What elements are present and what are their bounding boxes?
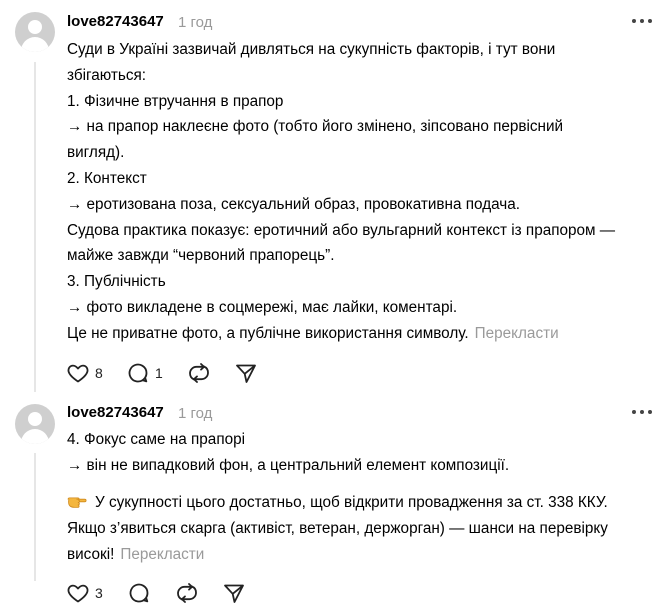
timestamp: 1 год — [178, 405, 213, 422]
text-line: 2. Контекст — [67, 169, 147, 187]
text-line: Судова практика показує: еротичний або в… — [67, 221, 616, 239]
speech-bubble-icon — [128, 363, 148, 383]
text-line: вигляд). — [67, 144, 125, 162]
repost-icon — [177, 583, 197, 603]
heart-icon — [67, 584, 89, 603]
heart-icon — [67, 364, 89, 383]
share-button[interactable] — [222, 581, 246, 605]
text-line: → на прапор наклеєне фото (тобто його зм… — [67, 118, 564, 136]
send-icon — [224, 584, 244, 603]
comment-text: 4. Фокус саме на прапорі → він не випадк… — [67, 427, 662, 479]
comment-text-paragraph-2: У сукупності цього достатньо, щоб відкри… — [67, 490, 662, 567]
share-button[interactable] — [234, 361, 258, 385]
translate-link[interactable]: Перекласти — [475, 325, 559, 342]
reply-count: 1 — [155, 365, 163, 381]
like-button[interactable]: 3 — [66, 581, 103, 605]
text-line: майже завжди “червоний прапорець”. — [67, 247, 335, 265]
author-name[interactable]: love82743647 — [67, 13, 164, 31]
author-name[interactable]: love82743647 — [67, 404, 164, 422]
translate-link[interactable]: Перекласти — [120, 546, 204, 563]
comment-2: love82743647 1 год 4. Фокус саме на прап… — [0, 395, 670, 610]
more-options-icon[interactable] — [632, 18, 654, 24]
text-line: 3. Публічність — [67, 273, 166, 291]
thread-line — [34, 62, 36, 392]
text-line: 4. Фокус саме на прапорі — [67, 431, 246, 448]
text-line: 1. Фізичне втручання в прапор — [67, 92, 284, 110]
text-line: Якщо з’явиться скарга (активіст, ветеран… — [67, 519, 608, 537]
text-line: Це не приватне фото, а публічне використ… — [67, 321, 662, 347]
text-line: → він не випадковий фон, а центральний е… — [67, 456, 510, 474]
comment-1: love82743647 1 год Суди в Україні зазвич… — [0, 0, 670, 395]
comment-text: Суди в Україні зазвичай дивляться на сук… — [67, 37, 662, 347]
text-line-content: високі! — [67, 545, 115, 563]
like-count: 8 — [95, 365, 103, 381]
like-button[interactable]: 8 — [66, 361, 103, 385]
text-line: Суди в Україні зазвичай дивляться на сук… — [67, 41, 556, 58]
pointing-hand-emoji — [67, 497, 87, 508]
send-icon — [236, 364, 256, 383]
text-line: високі! Перекласти — [67, 542, 662, 568]
reply-button[interactable]: 1 — [126, 361, 163, 385]
text-line: → еротизована поза, сексуальний образ, п… — [67, 195, 521, 213]
repost-button[interactable] — [175, 581, 199, 605]
repost-button[interactable] — [187, 361, 211, 385]
like-count: 3 — [95, 585, 103, 601]
more-options-icon[interactable] — [632, 409, 654, 415]
text-line-content: Це не приватне фото, а публічне використ… — [67, 324, 469, 342]
timestamp: 1 год — [178, 14, 213, 31]
text-line: → фото викладене в соцмережі, має лайки,… — [67, 298, 458, 316]
text-line: збігаються: — [67, 66, 147, 84]
avatar[interactable] — [15, 404, 55, 444]
thread-line — [34, 453, 36, 581]
repost-icon — [189, 363, 209, 383]
text-line-content: У сукупності цього достатньо, щоб відкри… — [95, 494, 608, 511]
action-bar: 3 — [66, 581, 266, 605]
speech-bubble-icon — [129, 583, 149, 603]
text-line: У сукупності цього достатньо, щоб відкри… — [67, 490, 662, 516]
reply-button[interactable] — [127, 581, 151, 605]
action-bar: 8 1 — [66, 361, 266, 385]
avatar[interactable] — [15, 12, 55, 52]
